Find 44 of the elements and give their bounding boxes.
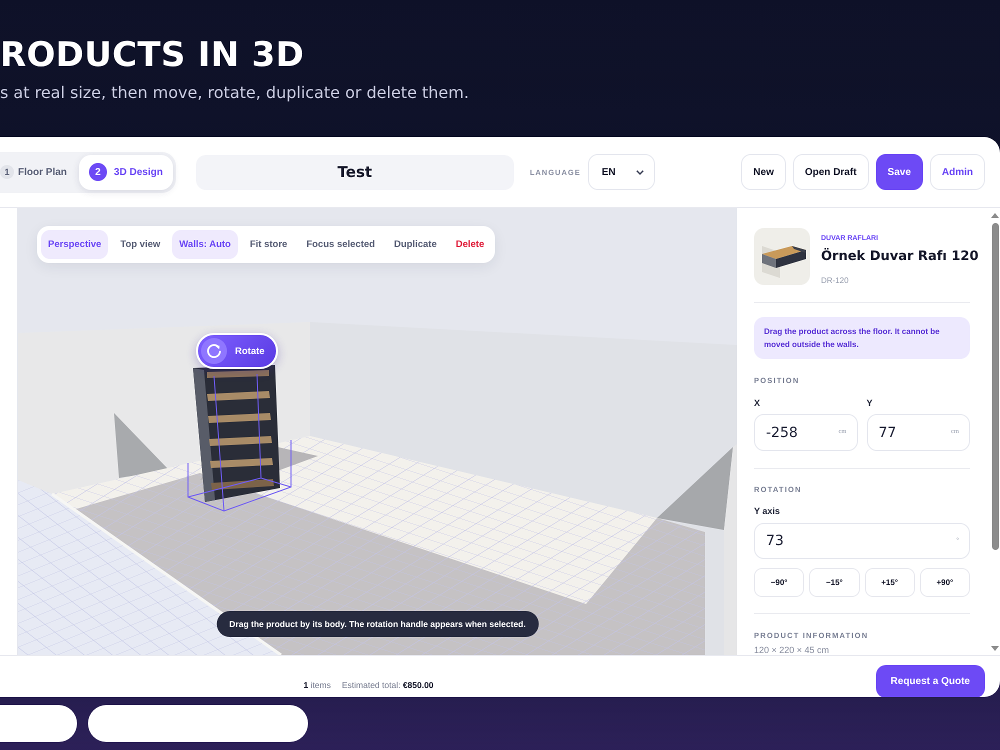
blank-button[interactable] (0, 705, 77, 742)
field-label: Y (866, 398, 873, 408)
fit-store-button[interactable]: Fit store (242, 230, 294, 259)
scroll-up-icon[interactable] (991, 213, 999, 218)
perspective-button[interactable]: Perspective (41, 230, 108, 259)
step-number: 2 (88, 163, 107, 181)
step-number: 1 (0, 165, 14, 179)
new-button[interactable]: New (741, 154, 786, 190)
save-button[interactable]: Save (876, 154, 923, 190)
project-name-field[interactable]: Test (196, 154, 514, 190)
rotate-icon (201, 338, 227, 364)
rotate-step-button[interactable]: −90° (754, 568, 804, 597)
field-label: Y axis (754, 506, 780, 516)
blank-button[interactable] (88, 705, 308, 742)
notice-message: Drag the product across the floor. It cannot be moved outside the walls. (754, 317, 970, 359)
scrollbar-thumb[interactable] (992, 223, 998, 550)
language-select[interactable]: EN (588, 154, 655, 190)
duplicate-button[interactable]: Duplicate (386, 230, 444, 259)
item-count: 1 items (303, 680, 331, 690)
delete-button[interactable]: Delete (448, 230, 492, 259)
product-name: Örnek Duvar Rafı 120 (821, 248, 978, 266)
field-label: X (754, 398, 760, 408)
product-dimensions: 120 × 220 × 45 cm (754, 645, 830, 655)
step-tab[interactable]: 1 Floor Plan (0, 154, 77, 190)
page-heading: RODUCTS IN 3D (0, 35, 304, 75)
admin-button[interactable]: Admin (930, 154, 985, 190)
scroll-down-icon[interactable] (991, 646, 999, 651)
product-code: DR-120 (821, 276, 849, 286)
page-subtitle: s at real size, then move, rotate, duplicate or delete them. (0, 82, 469, 104)
hint-toast: Drag the product by its body. The rotation handle appears when selected. (216, 611, 539, 637)
top-view-button[interactable]: Top view (113, 230, 168, 259)
request-quote-button[interactable]: Request a Quote (876, 665, 985, 697)
caret-icon (636, 170, 644, 174)
rotate-step-button[interactable]: +90° (920, 568, 970, 597)
walls-auto-button[interactable]: Walls: Auto (172, 230, 238, 259)
shelf-icon (754, 228, 810, 285)
focus-selected-button[interactable]: Focus selected (299, 230, 382, 259)
open-draft-button[interactable]: Open Draft (792, 154, 869, 190)
shelf-unit[interactable] (193, 365, 280, 502)
estimated-total: Estimated total: €850.00 (342, 680, 434, 690)
rotate-step-button[interactable]: +15° (864, 568, 915, 597)
rotate-step-button[interactable]: −15° (809, 568, 860, 597)
step-tab[interactable]: 2 3D Design (78, 154, 173, 190)
rotate-button[interactable]: Rotate (196, 333, 278, 369)
